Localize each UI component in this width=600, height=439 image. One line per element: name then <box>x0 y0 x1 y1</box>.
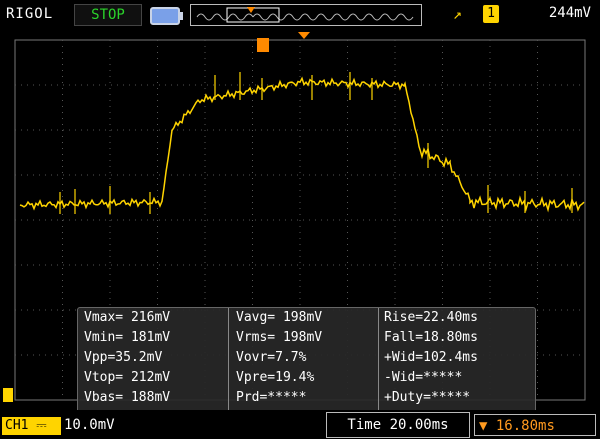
trigger-level-marker <box>257 38 269 52</box>
channel1-ground-marker <box>3 388 13 402</box>
measurement-row: Vmax= 216mV Vavg= 198mV Rise=22.40ms <box>78 308 535 328</box>
measurement-value: Vpre=19.4% <box>236 370 315 385</box>
run-stop-status[interactable]: STOP <box>74 4 142 26</box>
measurement-value: Vovr=7.7% <box>236 350 307 365</box>
trigger-offset-icon: ▼ <box>479 418 488 434</box>
measurement-value: Prd=***** <box>236 390 307 405</box>
channel1-text: CH1 <box>5 418 29 433</box>
memory-overview[interactable] <box>190 4 422 26</box>
channel1-waveform <box>19 76 585 213</box>
measurement-value: Vavg= 198mV <box>236 310 323 325</box>
measurement-value: -Wid=***** <box>384 370 463 385</box>
measurement-value: Vpp=35.2mV <box>84 350 163 365</box>
measurement-value: +Duty=***** <box>384 390 471 405</box>
channel1-scale: 10.0mV <box>64 417 115 433</box>
measurement-row: Vtop= 212mV Vpre=19.4% -Wid=***** <box>78 368 535 388</box>
measurement-value: Rise=22.40ms <box>384 310 478 325</box>
waveform-screen[interactable]: Vmax= 216mV Vavg= 198mV Rise=22.40ms Vmin= … <box>0 30 600 430</box>
time-label: Time <box>347 417 382 433</box>
trigger-channel-badge: 1 <box>483 5 499 23</box>
top-status-bar: RIGOL STOP ↗ 1 244mV <box>0 0 600 30</box>
trigger-level: 244mV <box>548 5 591 21</box>
measurement-value: Vrms= 198mV <box>236 330 323 345</box>
rising-edge-icon: ↗ <box>453 5 463 23</box>
memory-waveform-preview <box>196 7 414 23</box>
timebase-scale[interactable]: Time 20.00ms <box>326 412 470 438</box>
trigger-offset[interactable]: ▼ 16.80ms <box>474 414 596 436</box>
measurement-value: Vmin= 181mV <box>84 330 171 345</box>
trigger-offset-value: 16.80ms <box>495 418 555 434</box>
time-scale-value: 20.00ms <box>389 417 449 433</box>
trigger-settings[interactable]: ↗ 1 244mV <box>445 4 595 24</box>
dc-coupling-icon: ⎓ <box>28 418 47 433</box>
trigger-position-icon <box>298 32 310 39</box>
measurement-row: Vmin= 181mV Vrms= 198mV Fall=18.80ms <box>78 328 535 348</box>
channel1-label[interactable]: CH1 ⎓ <box>2 417 61 435</box>
battery-icon <box>150 7 183 25</box>
measurement-row: Vbas= 188mV Prd=***** +Duty=***** <box>78 388 535 408</box>
measurement-value: +Wid=102.4ms <box>384 350 478 365</box>
measurement-value: Vmax= 216mV <box>84 310 171 325</box>
bottom-status-bar: CH1 ⎓ 10.0mV Time 20.00ms ▼ 16.80ms <box>0 410 600 439</box>
measurement-value: Vbas= 188mV <box>84 390 171 405</box>
measurement-row: Vpp=35.2mV Vovr=7.7% +Wid=102.4ms <box>78 348 535 368</box>
measurement-value: Fall=18.80ms <box>384 330 478 345</box>
measurement-value: Vtop= 212mV <box>84 370 171 385</box>
brand-logo: RIGOL <box>6 6 54 22</box>
trigger-position-icon <box>247 7 255 13</box>
